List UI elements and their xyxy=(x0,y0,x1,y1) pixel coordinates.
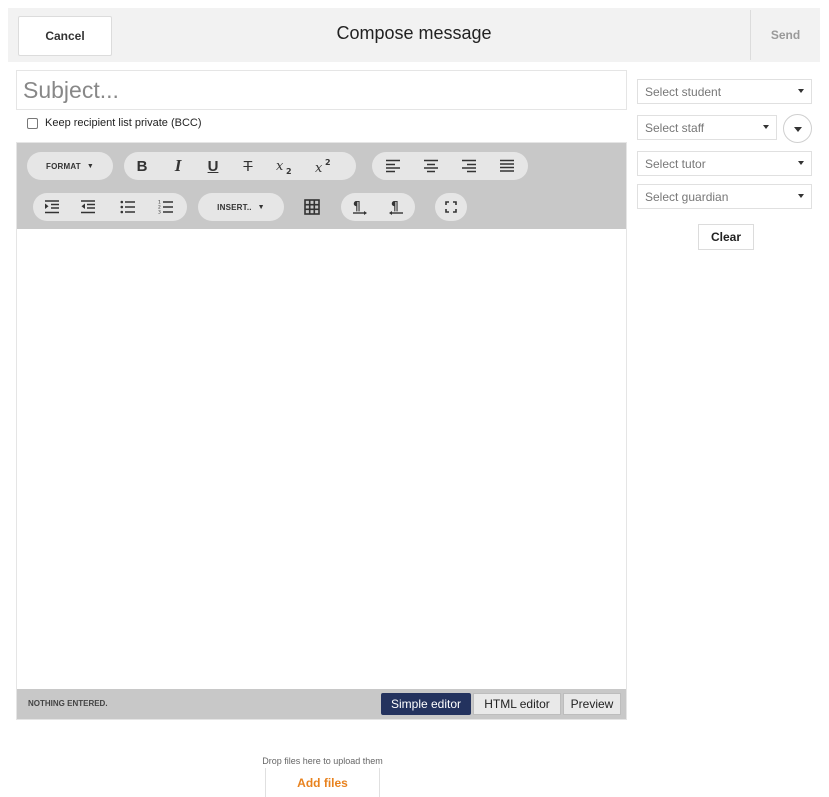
insert-dropdown[interactable]: INSERT.. ▼ xyxy=(198,193,284,221)
chevron-down-icon: ▼ xyxy=(257,203,265,211)
align-right-button[interactable] xyxy=(453,152,485,180)
drop-files-hint: Drop files here to upload them xyxy=(262,756,383,766)
select-student-placeholder: Select student xyxy=(645,84,722,99)
subscript-button[interactable]: x2 xyxy=(270,152,300,180)
align-center-button[interactable] xyxy=(415,152,447,180)
numbered-list-icon: 123 xyxy=(158,200,173,215)
svg-text:¶: ¶ xyxy=(391,199,399,213)
chevron-down-icon xyxy=(794,127,802,132)
rtl-paragraph-button[interactable]: ¶ xyxy=(379,193,413,221)
ltr-paragraph-button[interactable]: ¶ xyxy=(343,193,377,221)
fullscreen-icon xyxy=(445,201,457,213)
editor-toolbar: FORMAT ▼ B I U T x2 x2 1 2 3 INSERT.. ▼ … xyxy=(17,143,626,229)
format-label: FORMAT xyxy=(46,161,81,171)
italic-button[interactable]: I xyxy=(165,152,191,180)
chevron-down-icon xyxy=(798,194,804,198)
insert-label: INSERT.. xyxy=(217,202,252,212)
align-justify-icon xyxy=(500,159,514,172)
staff-options-button[interactable] xyxy=(783,114,812,143)
select-student[interactable]: Select student xyxy=(637,79,812,104)
bullet-list-button[interactable] xyxy=(113,193,143,221)
status-text: NOTHING ENTERED. xyxy=(28,699,108,708)
chevron-down-icon xyxy=(798,89,804,93)
chevron-down-icon xyxy=(763,125,769,129)
add-files-button[interactable]: Add files xyxy=(265,768,380,797)
select-tutor[interactable]: Select tutor xyxy=(637,151,812,176)
bold-button[interactable]: B xyxy=(129,152,155,180)
align-justify-button[interactable] xyxy=(491,152,523,180)
chevron-down-icon: ▼ xyxy=(86,162,94,170)
outdent-icon xyxy=(81,200,95,214)
indent-icon xyxy=(45,200,59,214)
strikethrough-button[interactable]: T xyxy=(235,152,261,180)
table-icon xyxy=(304,199,320,215)
html-editor-tab[interactable]: HTML editor xyxy=(473,693,561,715)
bcc-checkbox-row[interactable]: Keep recipient list private (BCC) xyxy=(27,117,202,129)
table-button[interactable] xyxy=(297,193,327,221)
send-button[interactable]: Send xyxy=(750,10,820,60)
rtl-paragraph-icon: ¶ xyxy=(389,199,403,215)
preview-tab[interactable]: Preview xyxy=(563,693,621,715)
align-center-icon xyxy=(424,159,438,173)
bcc-checkbox[interactable] xyxy=(27,117,38,129)
simple-editor-tab[interactable]: Simple editor xyxy=(381,693,471,715)
subject-input[interactable] xyxy=(16,70,627,110)
outdent-button[interactable] xyxy=(73,193,103,221)
align-right-icon xyxy=(462,159,476,173)
svg-text:¶: ¶ xyxy=(353,199,361,213)
indent-button[interactable] xyxy=(37,193,67,221)
clear-recipients-button[interactable]: Clear xyxy=(698,224,754,250)
svg-text:2: 2 xyxy=(325,158,331,167)
bcc-label: Keep recipient list private (BCC) xyxy=(45,117,202,129)
bullet-list-icon xyxy=(120,200,135,214)
numbered-list-button[interactable]: 123 xyxy=(151,193,181,221)
align-left-icon xyxy=(386,159,400,173)
format-dropdown[interactable]: FORMAT ▼ xyxy=(27,152,113,180)
align-left-button[interactable] xyxy=(377,152,409,180)
subscript-icon: x2 xyxy=(276,159,292,175)
message-editor: FORMAT ▼ B I U T x2 x2 1 2 3 INSERT.. ▼ … xyxy=(16,142,627,720)
select-tutor-placeholder: Select tutor xyxy=(645,156,706,171)
page-title: Compose message xyxy=(336,23,492,43)
svg-text:x: x xyxy=(315,161,323,175)
select-staff[interactable]: Select staff xyxy=(637,115,777,140)
bold-icon: B xyxy=(136,157,148,175)
cancel-button[interactable]: Cancel xyxy=(18,16,112,56)
fullscreen-button[interactable] xyxy=(435,193,467,221)
superscript-button[interactable]: x2 xyxy=(309,152,339,180)
ltr-paragraph-icon: ¶ xyxy=(353,199,367,215)
svg-text:x: x xyxy=(276,159,284,174)
select-guardian[interactable]: Select guardian xyxy=(637,184,812,209)
superscript-icon: x2 xyxy=(315,158,331,175)
editor-status-bar: NOTHING ENTERED. Simple editor HTML edit… xyxy=(17,689,626,719)
strikethrough-icon: T xyxy=(243,157,253,175)
select-staff-placeholder: Select staff xyxy=(645,120,705,135)
underline-button[interactable]: U xyxy=(200,152,226,180)
svg-text:2: 2 xyxy=(286,167,292,175)
select-guardian-placeholder: Select guardian xyxy=(645,189,729,204)
compose-header: Cancel Compose message Send xyxy=(8,8,820,62)
svg-text:3: 3 xyxy=(158,210,161,215)
underline-icon: U xyxy=(207,157,219,175)
italic-icon: I xyxy=(174,156,182,175)
chevron-down-icon xyxy=(798,161,804,165)
